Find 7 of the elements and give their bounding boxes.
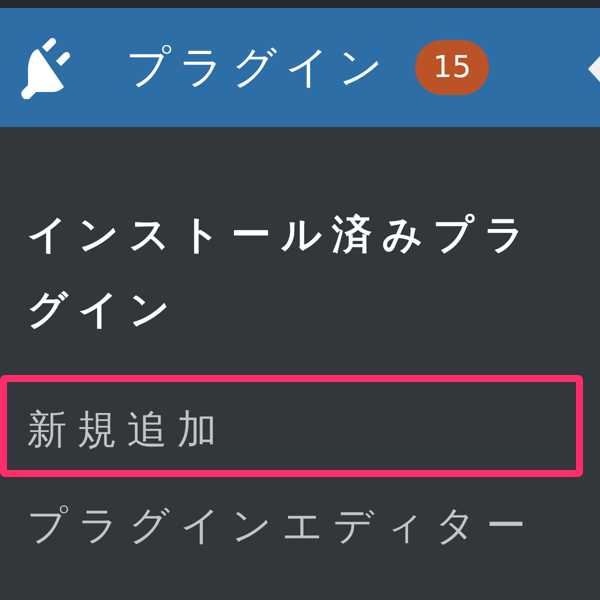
- current-menu-pointer-icon: [588, 56, 600, 82]
- plugins-menu-header[interactable]: プラグイン 15: [0, 8, 600, 127]
- submenu-link[interactable]: プラグインエディター: [0, 477, 600, 575]
- submenu-link[interactable]: インストール済みプラグイン: [0, 179, 590, 367]
- menu-title: プラグイン: [126, 41, 391, 95]
- update-count-badge: 15: [415, 40, 490, 95]
- submenu-link[interactable]: 新規追加: [0, 375, 583, 477]
